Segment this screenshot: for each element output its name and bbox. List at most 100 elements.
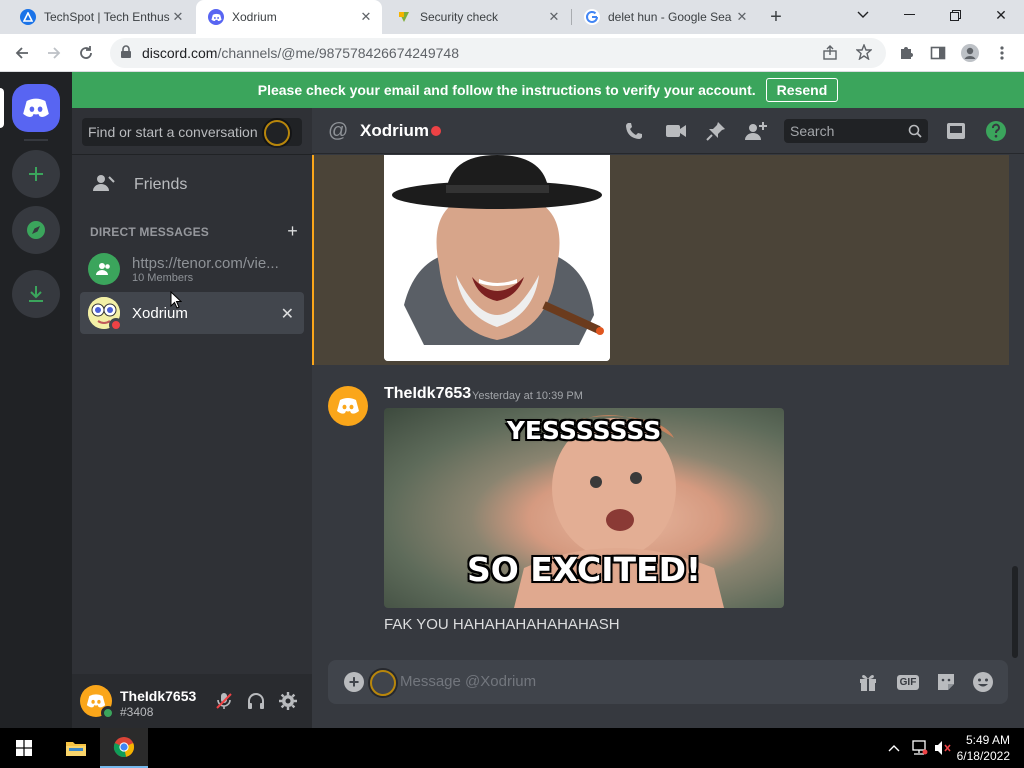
mouse-cursor-icon xyxy=(170,290,183,312)
lock-icon[interactable] xyxy=(120,45,132,62)
close-window-icon[interactable]: ✕ xyxy=(978,0,1024,30)
friends-label: Friends xyxy=(134,176,188,193)
windows-start-icon[interactable] xyxy=(0,728,48,768)
gif-label: GIF xyxy=(896,674,920,690)
close-tab-icon[interactable]: ✕ xyxy=(734,9,750,25)
security-check-favicon-icon xyxy=(396,9,412,25)
browser-tab-strip: TechSpot | Tech Enthusi ✕ Xodrium ✕ Secu… xyxy=(0,0,1024,34)
click-indicator-ring xyxy=(264,120,290,146)
message-image-laughing-man[interactable] xyxy=(384,155,610,361)
discord-favicon-icon xyxy=(208,9,224,25)
video-call-icon[interactable] xyxy=(664,119,688,143)
download-apps-icon[interactable] xyxy=(12,270,60,318)
add-server-icon[interactable] xyxy=(12,150,60,198)
clock-time: 5:49 AM xyxy=(965,733,1010,747)
dm-header-label: DIRECT MESSAGES xyxy=(90,225,210,239)
message-text: FAK YOU HAHAHAHAHAHAHASH xyxy=(384,616,620,633)
browser-tab-xodrium[interactable]: Xodrium ✕ xyxy=(196,0,382,34)
search-icon xyxy=(908,124,922,141)
xodrium-avatar xyxy=(88,297,123,332)
bookmark-star-icon[interactable] xyxy=(855,43,873,63)
side-panel-icon[interactable] xyxy=(924,39,952,67)
url-text: discord.com/channels/@me/987578426674249… xyxy=(142,45,459,61)
windows-taskbar: 5:49 AM 6/18/2022 xyxy=(0,728,1024,768)
message-timestamp: Yesterday at 10:39 PM xyxy=(472,390,583,402)
emoji-picker-icon[interactable] xyxy=(971,670,995,694)
do-not-disturb-status-icon xyxy=(109,318,123,332)
help-icon[interactable] xyxy=(984,119,1008,143)
friends-nav-item[interactable]: Friends xyxy=(80,164,304,206)
gif-picker-button[interactable]: GIF xyxy=(896,670,920,694)
online-status-icon xyxy=(101,706,115,720)
upload-plus-icon[interactable]: + xyxy=(344,672,364,692)
message-scrollbar[interactable] xyxy=(1012,566,1018,658)
minimize-window-icon[interactable] xyxy=(886,0,932,30)
browser-tab-security-check[interactable]: Security check ✕ xyxy=(384,0,570,34)
server-list xyxy=(0,72,72,728)
browser-tab-techspot[interactable]: TechSpot | Tech Enthusi ✕ xyxy=(8,0,194,34)
file-explorer-folder-icon[interactable] xyxy=(52,728,100,768)
forward-arrow-icon[interactable] xyxy=(40,39,68,67)
reload-icon[interactable] xyxy=(72,39,100,67)
url-host: discord.com xyxy=(142,45,218,61)
system-clock[interactable]: 5:49 AM 6/18/2022 xyxy=(957,732,1010,764)
sidebar-divider xyxy=(72,154,312,155)
pinned-messages-icon[interactable] xyxy=(704,119,728,143)
volume-muted-icon[interactable] xyxy=(934,740,952,759)
inbox-icon[interactable] xyxy=(944,119,968,143)
friends-wave-icon xyxy=(92,173,116,198)
chrome-taskbar-icon[interactable] xyxy=(100,728,148,768)
at-mention-icon: @ xyxy=(328,120,349,142)
resend-button[interactable]: Resend xyxy=(765,78,839,102)
verify-email-banner: Please check your email and follow the i… xyxy=(72,72,1024,108)
browser-tab-google-search[interactable]: delet hun - Google Sea ✕ xyxy=(572,0,758,34)
address-bar[interactable]: discord.com/channels/@me/987578426674249… xyxy=(110,38,886,68)
tab-title: Xodrium xyxy=(232,10,277,24)
mute-microphone-icon[interactable] xyxy=(212,689,236,713)
dm-item-name: Xodrium xyxy=(132,304,188,322)
close-tab-icon[interactable]: ✕ xyxy=(546,9,562,25)
user-avatar[interactable] xyxy=(80,685,115,720)
gift-icon[interactable] xyxy=(856,670,880,694)
username: TheIdk7653 xyxy=(120,688,197,704)
explore-servers-compass-icon[interactable] xyxy=(12,206,60,254)
share-icon[interactable] xyxy=(822,45,838,64)
guild-divider xyxy=(24,139,48,141)
restore-window-icon[interactable] xyxy=(932,0,978,30)
dm-item-xodrium[interactable]: Xodrium ✕ xyxy=(80,292,304,334)
close-tab-icon[interactable]: ✕ xyxy=(358,9,374,25)
dm-sidebar: Find or start a conversation Friends DIR… xyxy=(72,108,312,728)
tab-search-chevron-icon[interactable] xyxy=(840,0,886,30)
close-dm-icon[interactable]: ✕ xyxy=(281,304,294,324)
user-settings-gear-icon[interactable] xyxy=(276,689,300,713)
close-tab-icon[interactable]: ✕ xyxy=(170,9,186,25)
user-tag: #3408 xyxy=(120,705,154,719)
tab-title: Security check xyxy=(420,10,499,24)
deafen-headphones-icon[interactable] xyxy=(244,689,268,713)
message-gif-so-excited[interactable]: YESSSSSSS SO EXCITED! xyxy=(384,408,784,608)
voice-call-icon[interactable] xyxy=(622,119,646,143)
message-author[interactable]: TheIdk7653 xyxy=(384,385,471,403)
profile-avatar-icon[interactable] xyxy=(956,39,984,67)
home-discord-icon[interactable] xyxy=(12,84,60,132)
new-tab-icon[interactable]: + xyxy=(764,5,788,29)
user-panel: TheIdk7653 #3408 xyxy=(72,674,312,728)
extensions-puzzle-icon[interactable] xyxy=(892,39,920,67)
dm-item-group[interactable]: https://tenor.com/vie... 10 Members xyxy=(80,248,304,290)
message-composer[interactable]: + Message @Xodrium GIF xyxy=(328,660,1008,704)
back-arrow-icon[interactable] xyxy=(8,39,36,67)
author-avatar[interactable] xyxy=(328,386,368,426)
selected-pill xyxy=(0,88,4,128)
add-friends-to-dm-icon[interactable] xyxy=(744,119,768,143)
sticker-icon[interactable] xyxy=(934,670,958,694)
dm-item-members: 10 Members xyxy=(132,271,194,284)
channel-search-input[interactable]: Search xyxy=(784,119,928,143)
tab-title: TechSpot | Tech Enthusi xyxy=(44,10,170,24)
show-hidden-icons-chevron-icon[interactable] xyxy=(888,740,900,755)
message-input-placeholder[interactable]: Message @Xodrium xyxy=(400,673,536,690)
chrome-menu-icon[interactable] xyxy=(988,39,1016,67)
search-placeholder: Search xyxy=(790,123,835,139)
channel-header: @ Xodrium Search xyxy=(312,108,1024,154)
create-dm-plus-icon[interactable]: + xyxy=(287,221,298,242)
network-icon[interactable] xyxy=(910,740,928,759)
